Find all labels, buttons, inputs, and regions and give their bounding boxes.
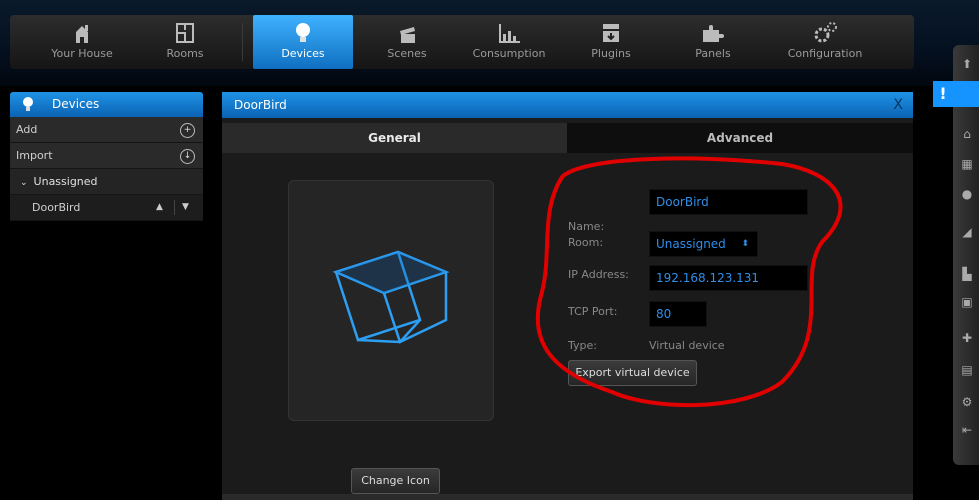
nav-panels[interactable]: Panels (663, 15, 763, 69)
move-down-icon[interactable]: ▼ (182, 195, 189, 220)
move-up-icon[interactable]: ▲ (156, 195, 163, 220)
rooms-icon (176, 23, 194, 43)
main-nav: Your House Rooms Devices Scenes Consumpt… (10, 15, 914, 69)
house-icon (76, 25, 88, 43)
category-unassigned[interactable]: ⌄ Unassigned (10, 169, 203, 195)
alert-badge[interactable]: ! (933, 81, 953, 107)
plugin-box-icon (603, 24, 619, 42)
devices-panel: Devices Add + Import ↓ ⌄ Unassigned DoorB… (10, 92, 203, 232)
chart-icon (499, 24, 520, 43)
panels-icon[interactable]: ▤ (959, 363, 975, 379)
nav-rooms[interactable]: Rooms (135, 15, 235, 69)
clapper-icon[interactable]: ◢ (959, 225, 975, 241)
import-device-button[interactable]: Import ↓ (10, 143, 203, 169)
bulb-icon[interactable]: ● (959, 187, 975, 203)
puzzle-icon (703, 25, 724, 42)
bulb-icon (296, 23, 310, 42)
nav-your-house[interactable]: Your House (32, 15, 132, 69)
gear-icon[interactable]: ⚙ (959, 395, 975, 411)
chevron-down-icon: ⌄ (20, 178, 28, 188)
add-device-button[interactable]: Add + (10, 117, 203, 143)
nav-configuration[interactable]: Configuration (775, 15, 875, 69)
right-quick-bar: ⬆ ⌂ ▦ ● ◢ ▙ ▣ ✚ ▤ ⚙ ⇤ (953, 45, 979, 465)
nav-scenes[interactable]: Scenes (357, 15, 457, 69)
top-bar: Your House Rooms Devices Scenes Consumpt… (0, 0, 979, 86)
nav-devices[interactable]: Devices (253, 15, 353, 69)
device-dialog: DoorBird X General Advanced Change Icon … (222, 92, 913, 500)
devices-panel-header: Devices (10, 92, 203, 117)
devices-quick-button[interactable] (953, 81, 979, 107)
nav-plugins[interactable]: Plugins (561, 15, 661, 69)
plugin-box-icon[interactable]: ▣ (959, 295, 975, 311)
gears-icon (814, 22, 837, 43)
device-list-item[interactable]: DoorBird ▲ ▼ (10, 195, 203, 221)
annotation-circle (535, 156, 843, 408)
nav-consumption[interactable]: Consumption (459, 15, 559, 69)
bulb-icon (23, 97, 33, 111)
house-icon[interactable]: ⌂ (959, 127, 975, 143)
up-arrow-icon[interactable]: ⬆ (959, 57, 975, 73)
clapper-icon (400, 27, 415, 43)
rooms-icon[interactable]: ▦ (959, 157, 975, 173)
download-circle-icon: ↓ (180, 149, 195, 164)
puzzle-icon[interactable]: ✚ (959, 331, 975, 347)
plus-circle-icon: + (180, 123, 195, 138)
chart-icon[interactable]: ▙ (959, 267, 975, 283)
logout-icon[interactable]: ⇤ (959, 423, 975, 439)
